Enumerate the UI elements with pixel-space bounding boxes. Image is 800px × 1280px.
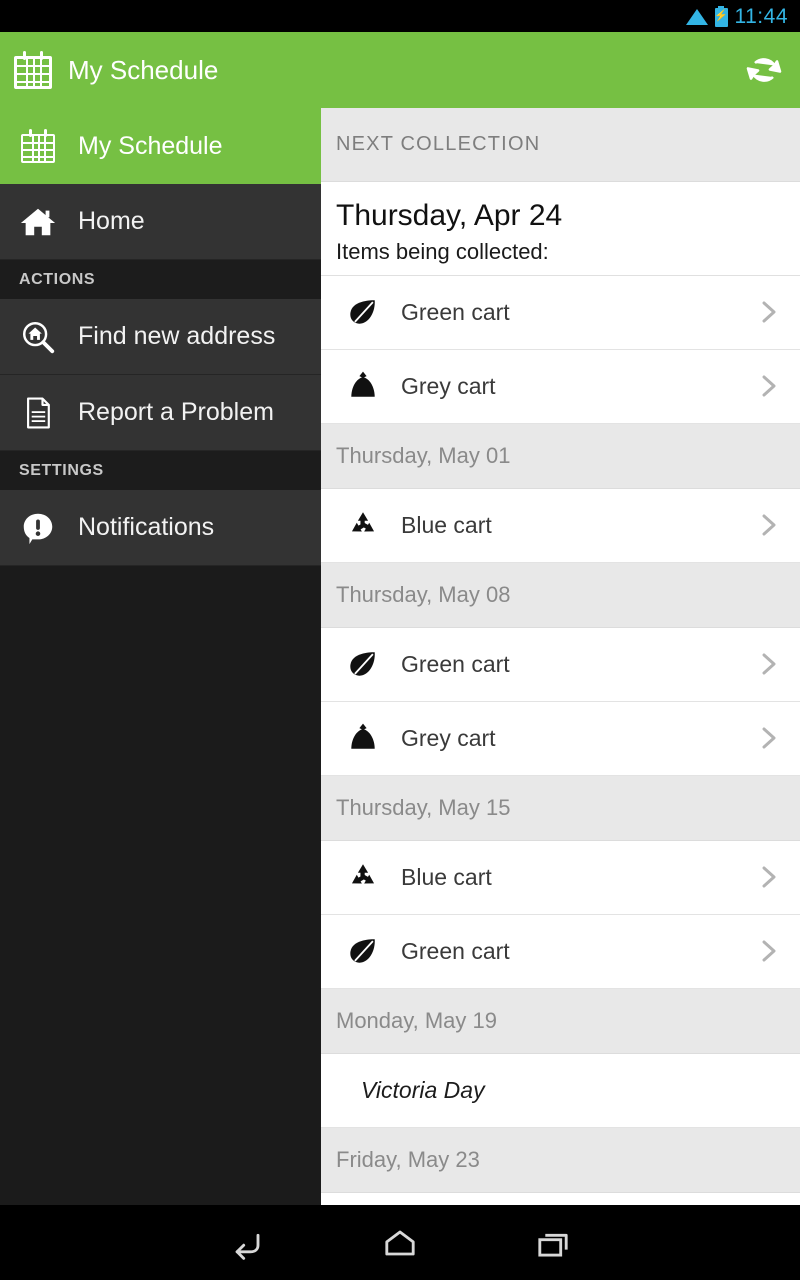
sidebar-item-label: Home [78,207,145,235]
sidebar-item-notifications[interactable]: Notifications [0,490,321,566]
list-item[interactable]: Blue cart [321,488,800,563]
date-header: Thursday, May 08 [321,562,800,628]
list-item[interactable]: Green cart [321,627,800,702]
list-item[interactable]: Green cart [321,914,800,989]
wifi-icon [685,8,708,25]
home-button[interactable] [372,1215,428,1271]
chevron-right-icon [762,653,776,675]
chevron-right-icon [762,301,776,323]
garbage-bag-icon [341,368,385,404]
leaf-icon [341,933,385,969]
document-icon [18,393,58,433]
leaf-icon [341,646,385,682]
sidebar-item-label: My Schedule [78,131,223,160]
alert-bubble-icon [18,508,58,548]
leaf-icon [341,294,385,330]
list-item[interactable]: Blue cart [321,840,800,915]
recents-button[interactable] [525,1215,581,1271]
chevron-right-icon [762,940,776,962]
chevron-right-icon [762,866,776,888]
calendar-icon [18,126,58,166]
date-header: Thursday, May 01 [321,423,800,489]
calendar-icon [14,51,52,89]
next-collection-date: Thursday, Apr 24 [336,199,563,232]
date-header: Monday, May 19 [321,988,800,1054]
refresh-icon[interactable] [744,50,784,90]
sidebar-item-home[interactable]: Home [0,184,321,260]
recycle-icon [341,860,385,894]
status-bar: ⚡ 11:44 [0,0,800,32]
list-item-label: Green cart [401,937,510,964]
sidebar-section-settings: SETTINGS [0,451,321,490]
sidebar-section-actions: ACTIONS [0,260,321,299]
list-item-label: Grey cart [401,724,496,751]
system-navigation-bar [0,1205,800,1280]
back-button[interactable] [219,1215,275,1271]
page-title: My Schedule [68,54,219,85]
list-item[interactable]: Grey cart [321,701,800,776]
holiday-label: Victoria Day [361,1076,485,1103]
date-header: Thursday, May 15 [321,775,800,841]
sidebar-item-label: Find new address [78,322,276,350]
chevron-right-icon [762,514,776,536]
sidebar-item-label: Notifications [78,513,215,541]
list-item[interactable]: Green cart [321,275,800,350]
sidebar-item-label: Report a Problem [78,398,274,426]
recycle-icon [341,508,385,542]
status-clock: 11:44 [734,4,788,28]
sidebar-item-find-new-address[interactable]: Find new address [0,299,321,375]
home-icon [18,202,58,242]
schedule-list[interactable]: NEXT COLLECTION Thursday, Apr 24 Items b… [321,108,800,1205]
next-collection-block: Thursday, Apr 24 Items being collected: [321,182,800,276]
list-item-label: Grey cart [401,372,496,399]
garbage-bag-icon [341,720,385,756]
action-bar: My Schedule [0,32,800,108]
list-item-label: Green cart [401,298,510,325]
list-item-label: Blue cart [401,863,492,890]
date-header: Friday, May 23 [321,1127,800,1193]
battery-charging-icon: ⚡ [714,5,728,27]
chevron-right-icon [762,727,776,749]
next-collection-header: NEXT COLLECTION [321,108,800,182]
list-item[interactable]: Grey cart [321,349,800,424]
next-collection-subtitle: Items being collected: [336,238,549,264]
list-item[interactable] [321,1192,800,1205]
navigation-drawer: My Schedule Home ACTIONS Find new addres… [0,108,321,1205]
list-item: Victoria Day [321,1053,800,1128]
search-home-icon [18,317,58,357]
sidebar-item-my-schedule[interactable]: My Schedule [0,108,321,184]
sidebar-item-report-a-problem[interactable]: Report a Problem [0,375,321,451]
main-content: My Schedule Home ACTIONS Find new addres… [0,108,800,1205]
chevron-right-icon [762,375,776,397]
list-item-label: Blue cart [401,511,492,538]
app-screen: ⚡ 11:44 My Schedule My Schedule Home ACT… [0,0,800,1280]
list-item-label: Green cart [401,650,510,677]
